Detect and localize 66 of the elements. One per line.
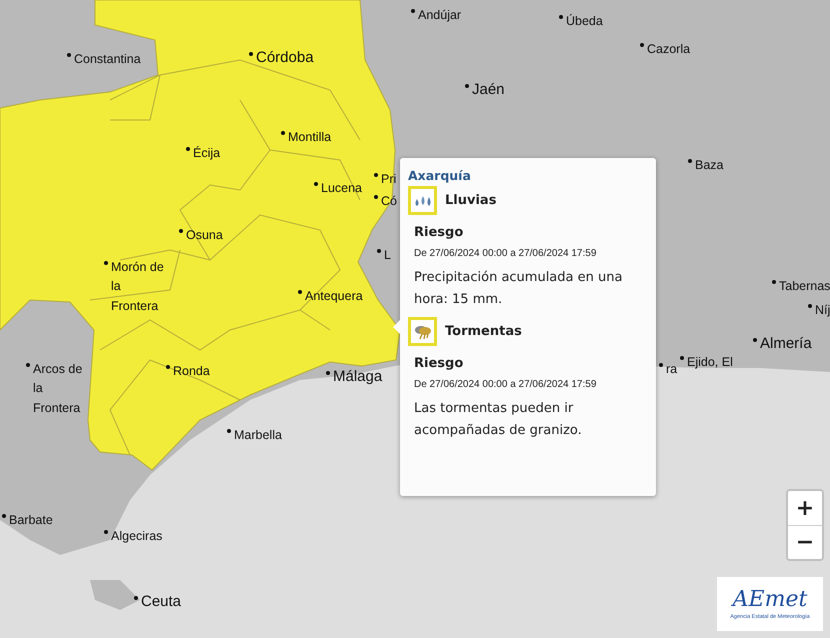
storm-cloud-icon bbox=[412, 323, 432, 340]
place-dot-icon bbox=[377, 249, 381, 253]
place-label: Úbeda bbox=[566, 13, 603, 30]
place-dot-icon bbox=[374, 195, 378, 199]
place-label: Cazorla bbox=[647, 41, 690, 58]
place-dot-icon bbox=[186, 147, 190, 151]
risk-level: Riesgo bbox=[414, 225, 464, 240]
warning-description: Las tormentas pueden ir acompañadas de granizo. bbox=[414, 400, 583, 440]
place-label: ra bbox=[666, 361, 678, 378]
place-dot-icon bbox=[559, 15, 563, 19]
warning-title: Lluvias bbox=[445, 193, 496, 208]
place-dot-icon bbox=[104, 530, 108, 534]
place-label: Marbella bbox=[234, 427, 282, 444]
place-label: Antequera bbox=[305, 288, 363, 305]
place-label: Arcos de la Frontera bbox=[33, 361, 82, 417]
place-label: Écija bbox=[193, 145, 220, 162]
warning-period: De 27/06/2024 00:00 a 27/06/2024 17:59 bbox=[414, 248, 598, 259]
place-label: Baza bbox=[695, 157, 724, 174]
warning-description: Precipitación acumulada en una hora: 15 mm. bbox=[414, 269, 624, 309]
place-dot-icon bbox=[2, 514, 6, 518]
place-dot-icon bbox=[753, 338, 757, 342]
place-label: Osuna bbox=[186, 227, 223, 244]
place-label: Jaén bbox=[472, 80, 505, 100]
place-label: Ceuta bbox=[141, 592, 182, 612]
place-label: Andújar bbox=[418, 7, 462, 24]
place-dot-icon bbox=[374, 173, 378, 177]
place-dot-icon bbox=[465, 84, 469, 88]
place-label: Constantina bbox=[74, 51, 141, 68]
place-dot-icon bbox=[249, 52, 253, 56]
zoom-out-button[interactable]: − bbox=[788, 525, 822, 559]
place-label: Algeciras bbox=[111, 528, 162, 545]
place-label: Morón de la Frontera bbox=[111, 259, 164, 315]
place-dot-icon bbox=[326, 371, 330, 375]
popup-title: Axarquía bbox=[408, 168, 472, 183]
place-dot-icon bbox=[298, 290, 302, 294]
place-dot-icon bbox=[26, 363, 30, 367]
place-dot-icon bbox=[227, 429, 231, 433]
place-dot-icon bbox=[134, 596, 138, 600]
place-dot-icon bbox=[314, 182, 318, 186]
place-label: Montilla bbox=[288, 129, 332, 146]
place-dot-icon bbox=[659, 363, 663, 367]
place-label: Tabernas bbox=[779, 278, 830, 295]
place-dot-icon bbox=[281, 131, 285, 135]
place-dot-icon bbox=[688, 159, 692, 163]
place-label: Barbate bbox=[9, 512, 53, 529]
warning-title: Tormentas bbox=[445, 324, 522, 339]
place-label: Ronda bbox=[173, 363, 210, 380]
logo-name: AEmet bbox=[732, 588, 808, 610]
place-dot-icon bbox=[808, 304, 812, 308]
place-dot-icon bbox=[67, 53, 71, 57]
place-label: Málaga bbox=[333, 367, 382, 387]
place-label: Almería bbox=[760, 334, 812, 354]
place-label: Níj bbox=[815, 302, 830, 319]
place-label: Córdoba bbox=[256, 48, 314, 68]
place-dot-icon bbox=[166, 365, 170, 369]
place-label: L bbox=[384, 247, 391, 264]
place-dot-icon bbox=[680, 356, 684, 360]
warning-period: De 27/06/2024 00:00 a 27/06/2024 17:59 bbox=[414, 379, 598, 390]
place-dot-icon bbox=[179, 229, 183, 233]
place-label: Ejido, El bbox=[687, 354, 733, 371]
place-dot-icon bbox=[640, 43, 644, 47]
place-dot-icon bbox=[772, 280, 776, 284]
place-label: Lucena bbox=[321, 180, 362, 197]
risk-level: Riesgo bbox=[414, 356, 464, 371]
place-dot-icon bbox=[104, 261, 108, 265]
place-dot-icon bbox=[411, 9, 415, 13]
